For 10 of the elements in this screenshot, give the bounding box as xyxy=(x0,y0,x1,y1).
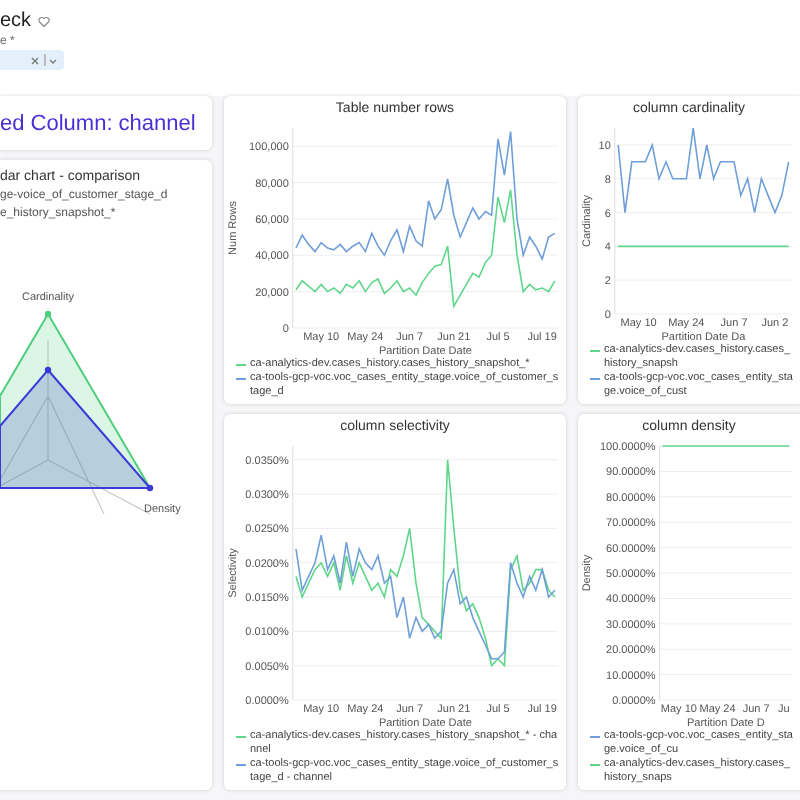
clear-icon[interactable] xyxy=(29,55,39,65)
data-point xyxy=(44,310,52,318)
series-line xyxy=(661,445,790,447)
heart-icon[interactable] xyxy=(37,15,50,27)
filter-field[interactable] xyxy=(0,50,64,70)
column-heading: ed Column: channel xyxy=(0,111,196,135)
caret-icon xyxy=(48,55,58,65)
page-title: eck xyxy=(0,10,32,32)
data-point xyxy=(146,484,154,492)
data-point xyxy=(44,366,52,374)
